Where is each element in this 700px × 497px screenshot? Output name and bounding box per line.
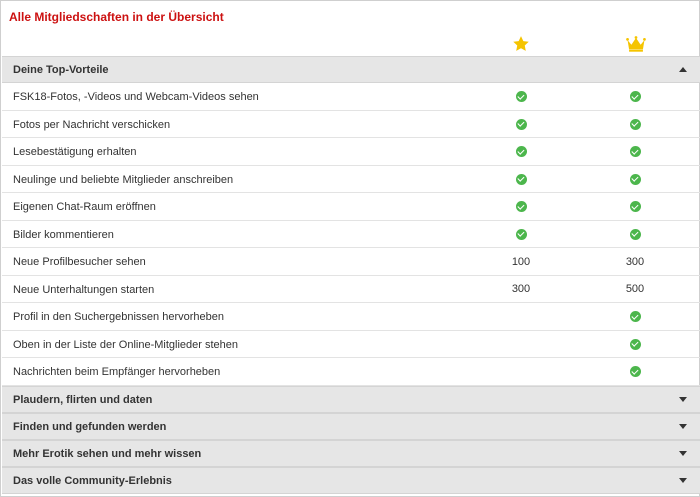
check-icon [491,166,551,193]
check-icon [491,221,551,248]
chevron-down-icon[interactable] [679,423,687,429]
membership-comparison-panel: Alle Mitgliedschaften in der Übersicht D… [0,0,700,497]
section-label: Mehr Erotik sehen und mehr wissen [13,447,202,460]
check-icon [605,138,665,165]
check-icon [629,91,641,102]
check-icon [491,83,551,110]
empty-cell [491,331,551,358]
empty-cell [491,303,551,330]
check-icon [515,173,527,185]
feature-label: Profil in den Suchergebnissen hervorhebe… [13,311,224,323]
section-collapsed[interactable]: Plaudern, flirten und daten [2,385,700,413]
check-icon [629,201,641,212]
check-icon [515,118,527,130]
feature-label: FSK18-Fotos, -Videos und Webcam-Videos s… [13,91,259,103]
star-icon [512,35,530,53]
table-row: Neue Profilbesucher sehen 100 300 [2,248,700,276]
comparison-table: Deine Top-Vorteile FSK18-Fotos, -Videos … [2,56,700,494]
table-row: Profil in den Suchergebnissen hervorhebe… [2,303,700,331]
check-icon [605,193,665,220]
feature-value: 300 [511,283,531,295]
section-collapsed[interactable]: Das volle Community-Erlebnis [2,466,700,494]
check-icon [515,201,527,212]
table-row: Oben in der Liste der Online-Mitglieder … [2,331,700,358]
feature-label: Nachrichten beim Empfänger hervorheben [13,366,221,378]
check-icon [515,228,527,240]
check-icon [605,331,665,358]
check-icon [605,111,665,138]
check-icon [605,83,665,110]
empty-cell [491,358,551,385]
table-row: Lesebestätigung erhalten [2,138,700,166]
feature-label: Neulinge und beliebte Mitglieder anschre… [13,173,234,186]
check-icon [491,138,551,165]
table-row: Eigenen Chat-Raum eröffnen [2,193,700,221]
check-icon [629,338,641,350]
feature-value: 100 [511,255,531,268]
section-collapsed[interactable]: Finden und gefunden werden [2,412,700,440]
check-icon [629,228,641,240]
feature-label: Lesebestätigung erhalten [13,146,137,158]
check-icon [629,366,641,377]
chevron-down-icon[interactable] [679,477,687,483]
feature-value: 300 [625,255,645,268]
feature-label: Eigenen Chat-Raum eröffnen [13,201,156,213]
check-icon [629,118,641,130]
table-row: Neue Unterhaltungen starten 300 500 [2,276,700,303]
page-title: Alle Mitgliedschaften in der Übersicht [9,10,224,24]
chevron-down-icon[interactable] [679,396,687,402]
crown-icon [626,35,646,53]
table-row: FSK18-Fotos, -Videos und Webcam-Videos s… [2,83,700,111]
table-row: Neulinge und beliebte Mitglieder anschre… [2,166,700,193]
feature-label: Neue Unterhaltungen starten [13,283,155,296]
check-icon [515,91,527,102]
feature-label: Oben in der Liste der Online-Mitglieder … [13,338,239,351]
feature-label: Fotos per Nachricht verschicken [13,118,171,131]
table-row: Nachrichten beim Empfänger hervorheben [2,358,700,386]
check-icon [491,111,551,138]
chevron-up-icon[interactable] [679,67,687,72]
check-icon [605,303,665,330]
table-row: Bilder kommentieren [2,221,700,248]
feature-value: 500 [625,283,645,295]
check-icon [605,221,665,248]
check-icon [605,166,665,193]
section-label: Finden und gefunden werden [13,420,167,433]
check-icon [629,146,641,157]
section-label: Plaudern, flirten und daten [13,393,153,406]
check-icon [629,173,641,185]
check-icon [515,146,527,157]
feature-label: Bilder kommentieren [13,228,114,241]
check-icon [605,358,665,385]
section-label: Deine Top-Vorteile [13,64,109,76]
section-label: Das volle Community-Erlebnis [13,474,172,487]
feature-label: Neue Profilbesucher sehen [13,256,146,268]
check-icon [629,311,641,322]
table-row: Fotos per Nachricht verschicken [2,111,700,138]
check-icon [491,193,551,220]
chevron-down-icon[interactable] [679,450,687,456]
section-top-benefits[interactable]: Deine Top-Vorteile [2,56,700,83]
section-collapsed[interactable]: Mehr Erotik sehen und mehr wissen [2,439,700,467]
